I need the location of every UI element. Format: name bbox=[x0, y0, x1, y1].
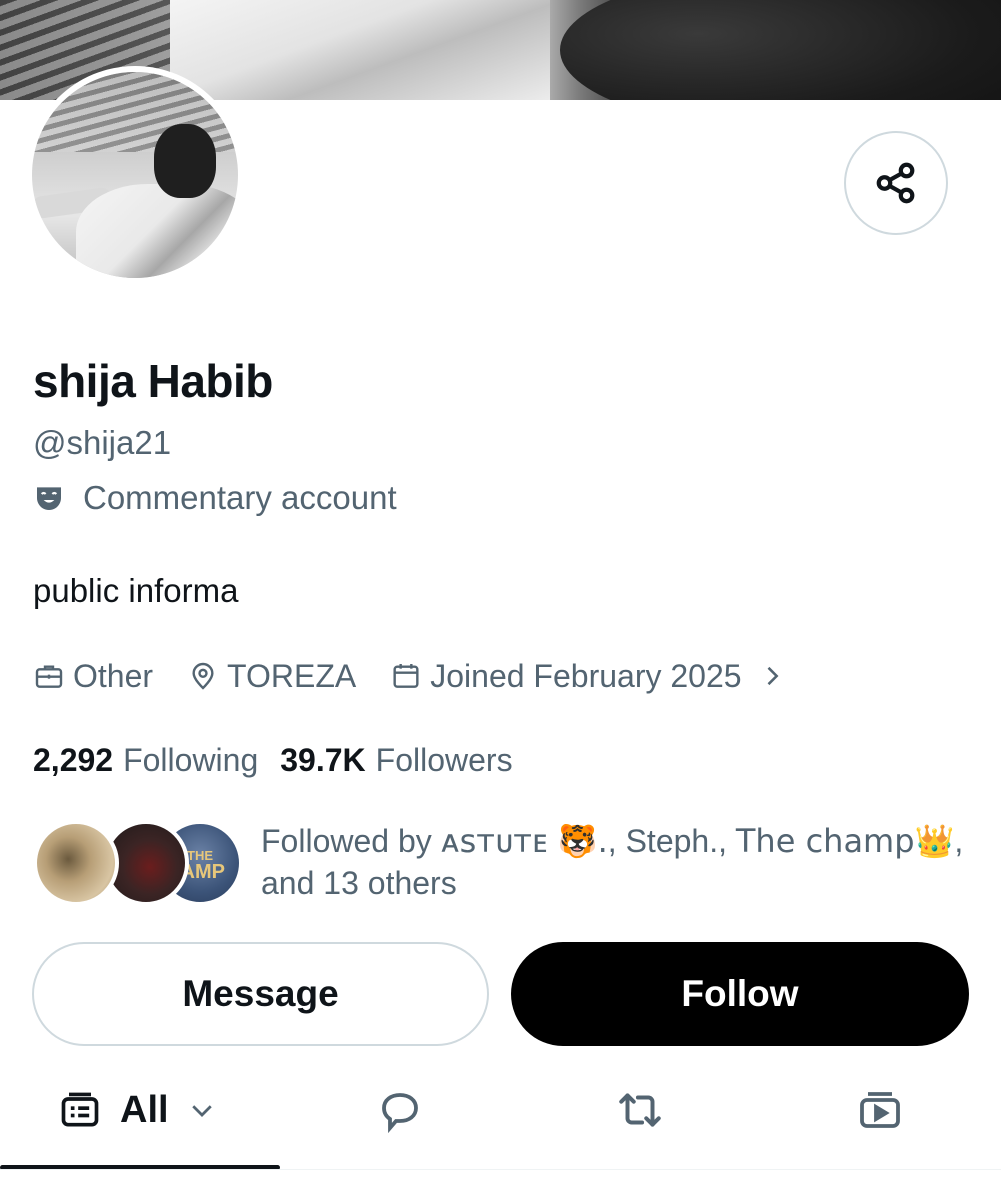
share-button[interactable] bbox=[844, 131, 948, 235]
video-icon bbox=[860, 1092, 900, 1128]
followed-by-sep-2: , bbox=[718, 823, 736, 859]
following-link[interactable]: 2,292 Following bbox=[33, 742, 258, 779]
all-posts-icon bbox=[61, 1092, 99, 1127]
followed-by-prefix: Followed by bbox=[261, 823, 441, 859]
followers-label: Followers bbox=[375, 742, 513, 778]
repost-icon bbox=[619, 1093, 661, 1127]
tab-reposts[interactable] bbox=[600, 1072, 680, 1148]
meta-category-text: Other bbox=[73, 657, 154, 694]
avatar-photo-head bbox=[154, 124, 216, 198]
following-label: Following bbox=[123, 742, 259, 778]
followers-link[interactable]: 39.7K Followers bbox=[280, 742, 512, 779]
follower-avatar-3-text-top: THE bbox=[187, 847, 213, 863]
account-label-text: Commentary account bbox=[83, 479, 397, 516]
followed-by-section[interactable]: THE IAMP Followed by ᴀsᴛᴜᴛᴇ 🐯., Steph., … bbox=[33, 818, 973, 908]
tab-replies[interactable] bbox=[360, 1072, 440, 1148]
tab-all-label: All bbox=[120, 1088, 169, 1131]
share-icon bbox=[876, 162, 915, 204]
message-button[interactable]: Message bbox=[32, 942, 489, 1046]
reply-icon bbox=[382, 1093, 418, 1134]
meta-joined[interactable]: Joined February 2025 bbox=[390, 657, 742, 695]
meta-location: TOREZA bbox=[187, 658, 356, 695]
user-handle: @shija21 bbox=[33, 424, 172, 461]
meta-joined-text: Joined February 2025 bbox=[430, 657, 742, 694]
location-pin-icon bbox=[192, 662, 214, 690]
banner-shadow bbox=[560, 0, 1001, 100]
followed-by-name-1: ᴀsᴛᴜᴛᴇ 🐯. bbox=[440, 822, 608, 860]
profile-avatar[interactable] bbox=[26, 66, 244, 284]
avatar-photo bbox=[32, 72, 238, 278]
account-label[interactable]: Commentary account bbox=[33, 478, 397, 518]
meta-category: Other bbox=[33, 658, 153, 695]
followers-count: 39.7K bbox=[280, 742, 366, 778]
follower-avatar-1 bbox=[33, 820, 119, 906]
avatar-photo-body bbox=[76, 184, 238, 278]
profile-tabs: All bbox=[0, 1072, 1001, 1172]
meta-location-text: TOREZA bbox=[227, 657, 357, 694]
following-count: 2,292 bbox=[33, 742, 114, 778]
tab-videos[interactable] bbox=[840, 1072, 920, 1148]
profile-meta: Other TOREZA Joined February 2025 bbox=[33, 656, 786, 696]
followed-by-text: Followed by ᴀsᴛᴜᴛᴇ 🐯., Steph., The champ… bbox=[261, 820, 981, 904]
followed-by-name-3: The champ👑 bbox=[735, 822, 955, 860]
calendar-icon bbox=[393, 664, 419, 688]
profile-bio: public informa bbox=[33, 572, 239, 609]
chevron-right-icon[interactable] bbox=[758, 662, 786, 690]
tab-all[interactable]: All bbox=[58, 1072, 238, 1148]
briefcase-icon bbox=[35, 665, 63, 688]
tabs-divider bbox=[0, 1169, 1001, 1170]
display-name: shija Habib bbox=[33, 355, 273, 407]
follow-stats: 2,292 Following 39.7K Followers bbox=[33, 742, 535, 779]
theater-mask-icon bbox=[37, 487, 61, 510]
chevron-down-icon[interactable] bbox=[187, 1095, 217, 1125]
follow-button[interactable]: Follow bbox=[511, 942, 969, 1046]
followed-by-sep-1: , bbox=[607, 823, 626, 859]
followed-by-name-2: Steph. bbox=[625, 823, 719, 859]
